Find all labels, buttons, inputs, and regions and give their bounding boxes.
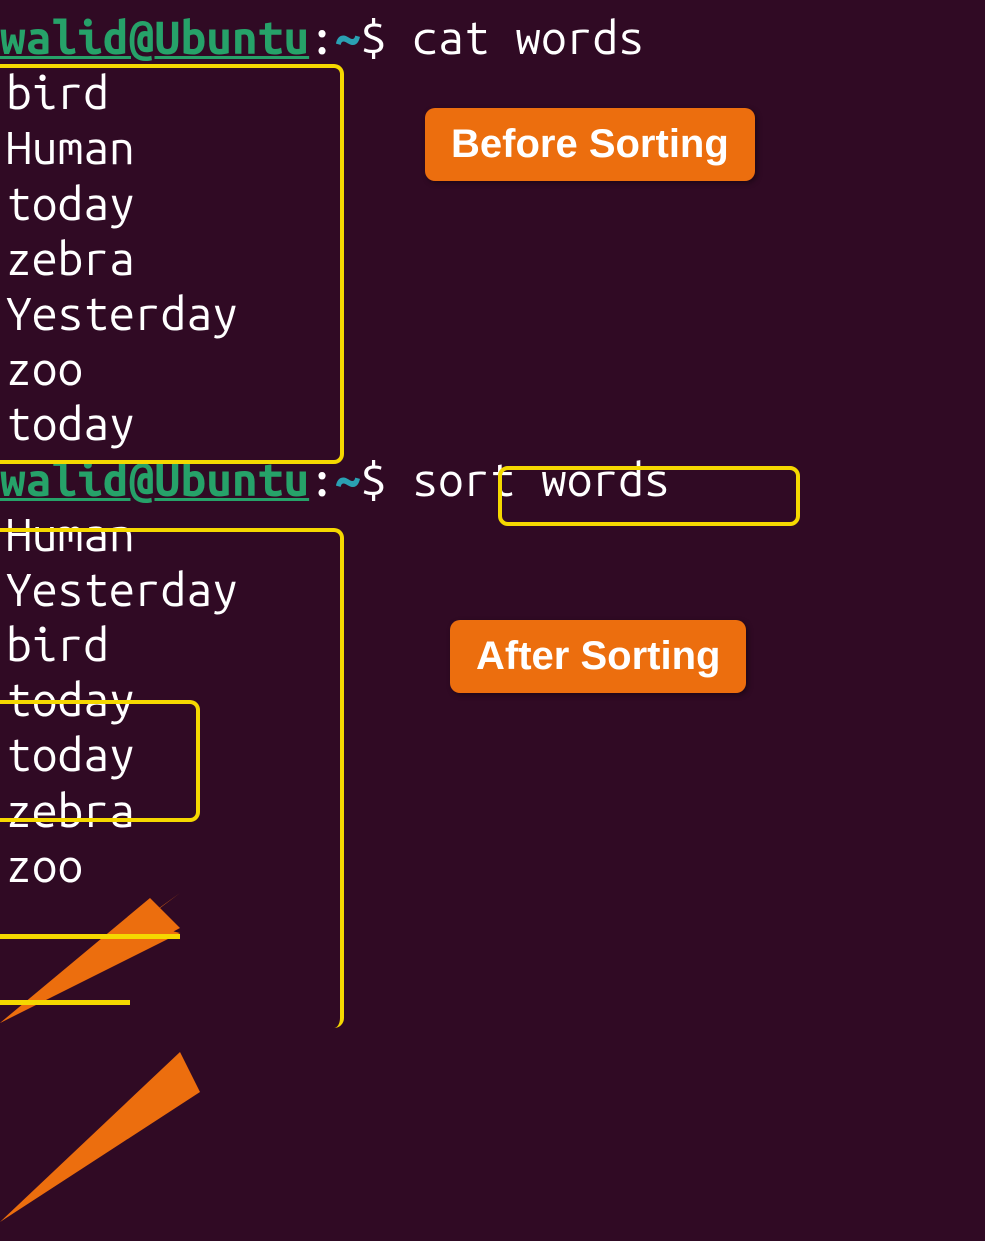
callout-before-sorting: Before Sorting	[425, 108, 755, 181]
output-line: zoo	[0, 838, 985, 893]
prompt-user: walid@Ubuntu	[0, 453, 309, 505]
output-line: zebra	[0, 783, 985, 838]
prompt-line-2: walid@Ubuntu:~$ sort words	[0, 452, 985, 507]
callout-tail-icon	[0, 893, 985, 1052]
callout-after-sorting: After Sorting	[450, 620, 746, 693]
prompt-path: ~	[335, 11, 361, 63]
output-line: today	[0, 176, 985, 231]
prompt-dollar: $	[361, 11, 387, 63]
prompt-user: walid@Ubuntu	[0, 11, 309, 63]
output-line: Yesterday	[0, 286, 985, 341]
output-line: today	[0, 396, 985, 451]
command-2: sort words	[412, 453, 670, 505]
highlight-underline	[0, 1000, 130, 1005]
output-line: zebra	[0, 231, 985, 286]
output-line: today	[0, 727, 985, 782]
prompt-colon: :	[309, 453, 335, 505]
output-line: Human	[0, 507, 985, 562]
output-line: zoo	[0, 341, 985, 396]
highlight-underline	[0, 934, 180, 939]
prompt-colon: :	[309, 11, 335, 63]
prompt-path: ~	[335, 453, 361, 505]
prompt-dollar: $	[361, 453, 387, 505]
callout-tail-icon	[0, 1052, 985, 1241]
output-line: Yesterday	[0, 562, 985, 617]
command-1: cat words	[412, 11, 644, 63]
prompt-line-1: walid@Ubuntu:~$ cat words	[0, 10, 985, 65]
